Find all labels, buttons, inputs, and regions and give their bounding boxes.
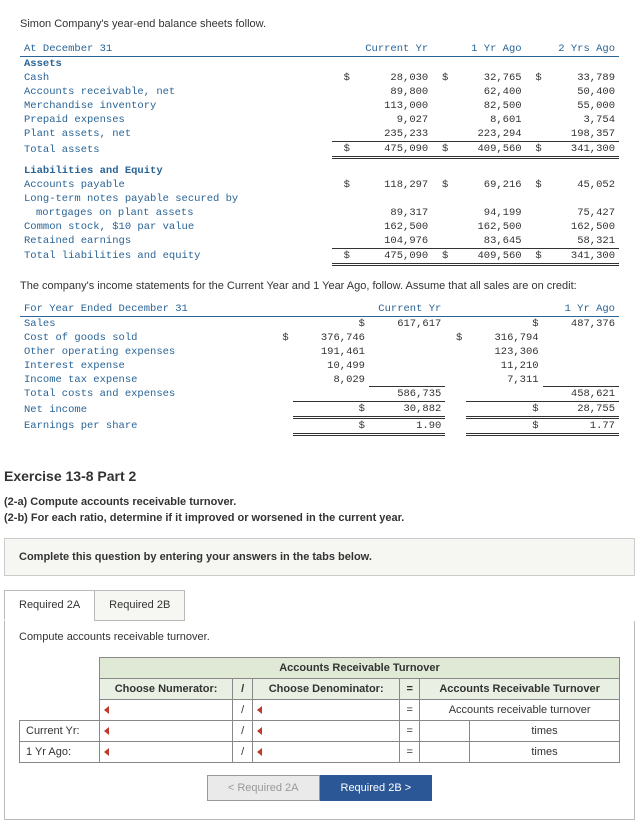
tab-required-2a[interactable]: Required 2A bbox=[4, 590, 95, 621]
denominator-label-dropdown[interactable] bbox=[253, 700, 400, 721]
bs-col-1yr: 1 Yr Ago bbox=[432, 42, 525, 57]
numerator-header: Choose Numerator: bbox=[100, 679, 233, 700]
income-note: The company's income statements for the … bbox=[20, 280, 619, 292]
numerator-label-dropdown[interactable] bbox=[100, 700, 233, 721]
answer-table: Accounts Receivable Turnover Choose Nume… bbox=[19, 657, 620, 763]
assets-title: Assets bbox=[20, 57, 619, 72]
answer-title: Accounts Receivable Turnover bbox=[100, 658, 620, 679]
nav-next-button[interactable]: Required 2B > bbox=[320, 775, 433, 801]
row-current-yr: Current Yr: bbox=[20, 721, 100, 742]
result-sublabel: Accounts receivable turnover bbox=[420, 700, 620, 721]
bs-date-header: At December 31 bbox=[20, 42, 332, 57]
instruction-2b: (2-b) For each ratio, determine if it im… bbox=[4, 512, 639, 524]
income-statement-table: For Year Ended December 31 Current Yr 1 … bbox=[20, 302, 619, 437]
denominator-header: Choose Denominator: bbox=[253, 679, 400, 700]
is-header: For Year Ended December 31 bbox=[20, 302, 272, 317]
liab-title: Liabilities and Equity bbox=[20, 164, 619, 178]
prior-result-input[interactable] bbox=[420, 742, 470, 763]
is-col-1yr: 1 Yr Ago bbox=[445, 302, 619, 317]
balance-sheet-table: At December 31 Current Yr 1 Yr Ago 2 Yrs… bbox=[20, 42, 619, 266]
tab-bar: Required 2A Required 2B bbox=[4, 590, 635, 621]
current-numerator-input[interactable] bbox=[100, 721, 233, 742]
prior-numerator-input[interactable] bbox=[100, 742, 233, 763]
prior-denominator-input[interactable] bbox=[253, 742, 400, 763]
current-unit: times bbox=[469, 721, 619, 742]
chevron-right-icon: > bbox=[402, 782, 411, 794]
tab-required-2b[interactable]: Required 2B bbox=[94, 590, 185, 621]
current-result-input[interactable] bbox=[420, 721, 470, 742]
current-denominator-input[interactable] bbox=[253, 721, 400, 742]
nav-prev-button[interactable]: < Required 2A bbox=[207, 775, 320, 801]
bs-col-current: Current Yr bbox=[332, 42, 432, 57]
chevron-left-icon: < bbox=[228, 782, 237, 794]
result-header: Accounts Receivable Turnover bbox=[420, 679, 620, 700]
sub-instruction: Compute accounts receivable turnover. bbox=[19, 631, 620, 643]
complete-panel: Complete this question by entering your … bbox=[4, 538, 635, 576]
intro-text: Simon Company's year-end balance sheets … bbox=[20, 18, 619, 30]
bs-col-2yr: 2 Yrs Ago bbox=[526, 42, 619, 57]
instruction-2a: (2-a) Compute accounts receivable turnov… bbox=[4, 496, 639, 508]
is-col-current: Current Yr bbox=[272, 302, 446, 317]
prior-unit: times bbox=[469, 742, 619, 763]
answer-panel: Compute accounts receivable turnover. Ac… bbox=[4, 621, 635, 820]
row-1yr-ago: 1 Yr Ago: bbox=[20, 742, 100, 763]
exercise-title: Exercise 13-8 Part 2 bbox=[4, 468, 639, 484]
